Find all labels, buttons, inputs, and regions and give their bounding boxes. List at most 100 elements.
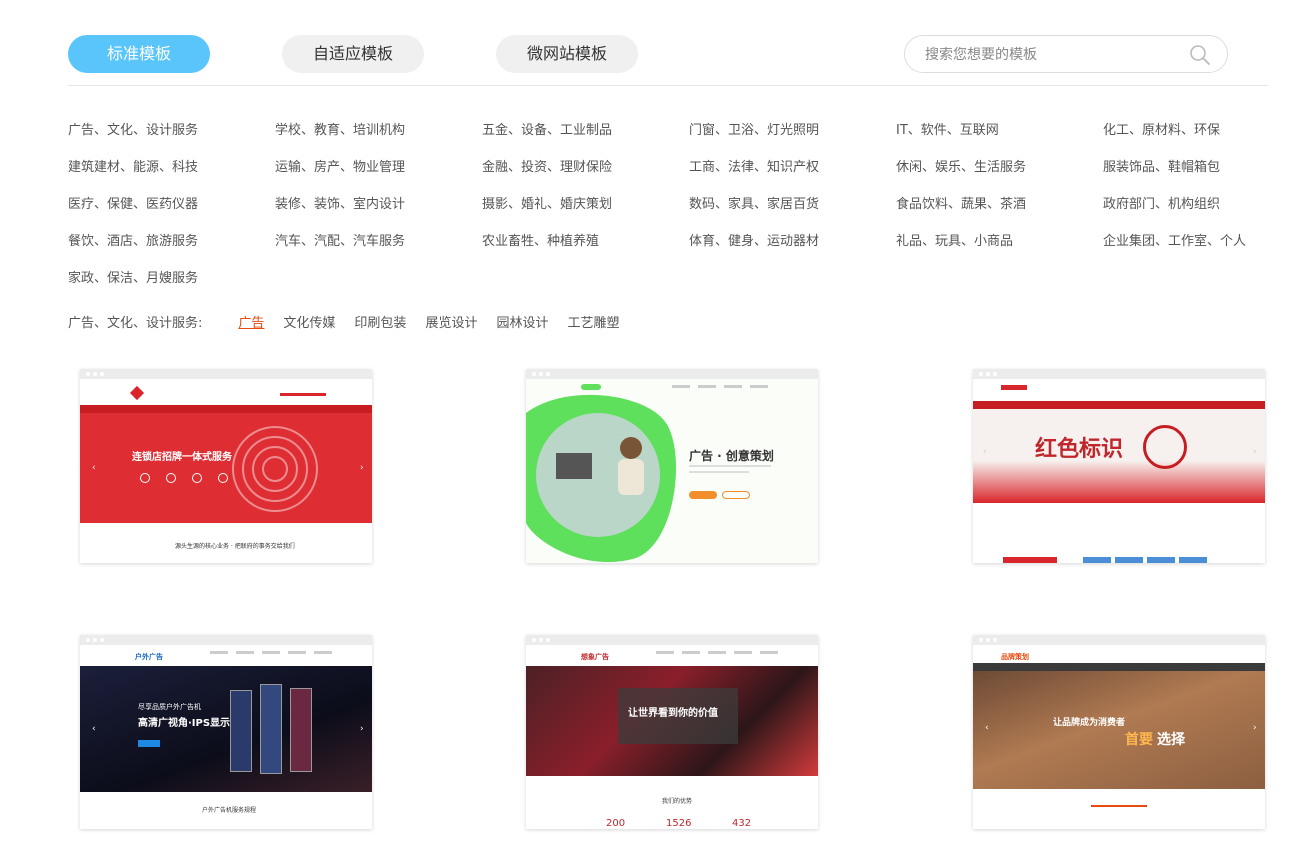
category-link[interactable]: 体育、健身、运动器材 [689,232,896,269]
template-card[interactable]: 品牌策划 让品牌成为消费者 首要 选择 ‹ › [973,635,1265,829]
template-card[interactable]: 连锁店招牌一体式服务 ‹ › 源头生源的核心业务 · 把联府的事务交给我们 [80,369,372,563]
category-link[interactable]: 门窗、卫浴、灯光照明 [689,121,896,158]
category-link[interactable]: 礼品、玩具、小商品 [896,232,1103,269]
chevron-left-icon: ‹ [92,724,96,734]
template-card[interactable]: 红色标识 ‹ › [973,369,1265,563]
chevron-right-icon: › [1253,447,1257,457]
preview-navbar [973,401,1265,409]
preview-hero-title: 连锁店招牌一体式服务 [132,452,232,463]
preview-footer-text: 户外广告机服务规程 [202,807,257,814]
browser-chrome [526,369,818,379]
preview-hero-line: 让品牌成为消费者 [1053,718,1126,728]
category-link[interactable]: 家政、保洁、月嫂服务 [68,269,275,306]
preview-stat: 432 [732,818,752,829]
preview-hero-title: 选择 [1157,732,1185,748]
preview-subline [689,465,771,467]
template-card[interactable]: 户外广告 尽享品质户外广告机 高清广视角·IPS显示 ‹ › 户外广告机服务规程 [80,635,372,829]
subcategory-exhibition[interactable]: 展览设计 [425,312,477,331]
preview-phone-bar [280,393,326,396]
logo-icon [129,385,145,401]
header-divider [68,85,1268,86]
preview-cta-button [689,491,717,499]
category-link[interactable]: 医疗、保健、医药仪器 [68,195,275,232]
template-preview: 户外广告 尽享品质户外广告机 高清广视角·IPS显示 ‹ › 户外广告机服务规程 [80,645,372,829]
chevron-right-icon: › [360,724,364,734]
feature-icon [166,473,176,483]
tab-micro-site-templates[interactable]: 微网站模板 [496,35,638,73]
category-link[interactable]: 服装饰品、鞋帽箱包 [1103,158,1299,195]
tab-standard-templates[interactable]: 标准模板 [68,35,210,73]
category-link[interactable]: 建筑建材、能源、科技 [68,158,275,195]
preview-section-title: 我们的优势 [662,798,693,805]
subcategory-landscape[interactable]: 园林设计 [496,312,548,331]
category-link[interactable]: 数码、家具、家居百货 [689,195,896,232]
category-link[interactable]: 食品饮料、蔬果、茶酒 [896,195,1103,232]
preview-stat: 200 [606,818,626,829]
ad-screen-graphic [260,684,282,774]
preview-block [1147,557,1175,563]
category-link[interactable]: 工商、法律、知识产权 [689,158,896,195]
template-type-tabs: 标准模板 自适应模板 微网站模板 [68,35,710,73]
search-icon[interactable] [1189,44,1211,66]
template-preview: 品牌策划 让品牌成为消费者 首要 选择 ‹ › [973,645,1265,829]
category-link[interactable]: 运输、房产、物业管理 [275,158,482,195]
preview-brand: 想象广告 [581,653,609,661]
preview-hero-title: 红色标识 [1035,436,1124,462]
template-search-box [904,35,1228,73]
browser-chrome [80,635,372,645]
subcategory-advertising[interactable]: 广告 [238,312,264,331]
preview-banner: 让品牌成为消费者 首要 选择 ‹ › [973,671,1265,789]
category-link[interactable]: 装修、装饰、室内设计 [275,195,482,232]
chevron-left-icon: ‹ [92,463,96,473]
preview-cta-button [138,740,160,747]
preview-hero-accent: 首要 [1125,732,1153,748]
preview-banner: 让世界看到你的价值 [526,666,818,776]
category-link[interactable]: 企业集团、工作室、个人 [1103,232,1299,269]
preview-banner: 红色标识 ‹ › [973,409,1265,503]
preview-hero-title: 广告 · 创意策划 [689,449,774,463]
search-input[interactable] [925,45,1175,65]
preview-banner: 连锁店招牌一体式服务 ‹ › [80,413,372,523]
preview-nav [202,651,332,654]
tab-responsive-templates[interactable]: 自适应模板 [282,35,424,73]
chevron-right-icon: › [1253,723,1257,733]
category-link[interactable]: 五金、设备、工业制品 [482,121,689,158]
template-preview: 广告 · 创意策划 [526,379,818,563]
preview-stat: 1526 [666,818,692,829]
feature-icon [140,473,150,483]
green-blob-graphic [526,394,676,563]
category-link[interactable]: 金融、投资、理财保险 [482,158,689,195]
preview-feature-icons [140,473,228,483]
template-gallery-page: 标准模板 自适应模板 微网站模板 广告、文化、设计服务 学校、教育、培训机构 五… [0,0,1299,849]
logo-icon [1001,385,1027,390]
browser-chrome [973,369,1265,379]
category-link[interactable]: 政府部门、机构组织 [1103,195,1299,232]
preview-banner: 尽享品质户外广告机 高清广视角·IPS显示 ‹ › [80,666,372,792]
subcategory-printing[interactable]: 印刷包装 [354,312,406,331]
chevron-left-icon: ‹ [985,723,989,733]
category-link[interactable]: 汽车、汽配、汽车服务 [275,232,482,269]
category-link[interactable]: 广告、文化、设计服务 [68,121,275,158]
preview-nav [664,385,768,388]
category-link[interactable]: 摄影、婚礼、婚庆策划 [482,195,689,232]
category-link[interactable]: 化工、原材料、环保 [1103,121,1299,158]
preview-tab-underline [1091,805,1147,807]
template-card[interactable]: 广告 · 创意策划 [526,369,818,563]
browser-chrome [526,635,818,645]
template-card[interactable]: 想象广告 让世界看到你的价值 我们的优势 200 1526 432 [526,635,818,829]
preview-cta-button [722,491,750,499]
category-link[interactable]: 餐饮、酒店、旅游服务 [68,232,275,269]
preview-block [1115,557,1143,563]
logo-icon [581,384,601,390]
subcategory-culture-media[interactable]: 文化传媒 [283,312,335,331]
category-link[interactable]: IT、软件、互联网 [896,121,1103,158]
chevron-right-icon: › [360,463,364,473]
preview-block [1179,557,1207,563]
category-link[interactable]: 农业畜牲、种植养殖 [482,232,689,269]
chevron-left-icon: ‹ [983,447,987,457]
preview-nav [648,651,778,654]
category-link[interactable]: 学校、教育、培训机构 [275,121,482,158]
category-link[interactable]: 休闲、娱乐、生活服务 [896,158,1103,195]
browser-chrome [973,635,1265,645]
subcategory-sculpture[interactable]: 工艺雕塑 [567,312,619,331]
